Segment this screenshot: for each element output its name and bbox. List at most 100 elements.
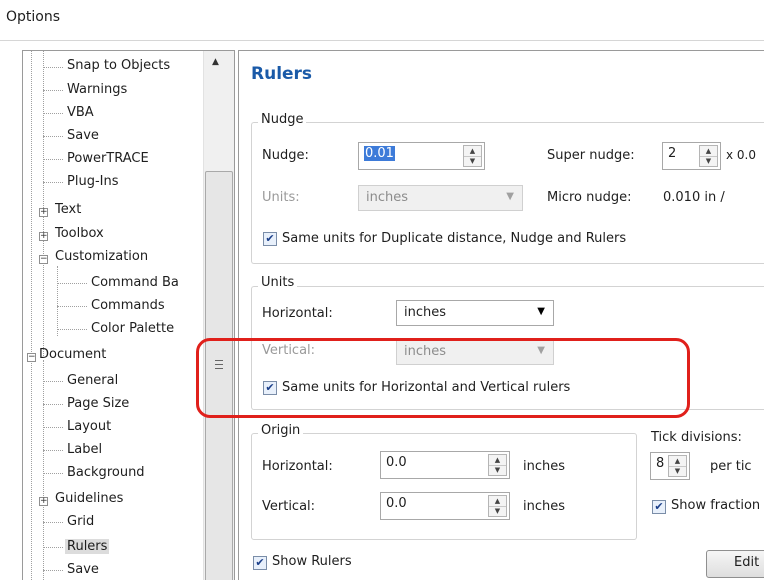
micro-nudge-label: Micro nudge: xyxy=(547,190,632,205)
tree-item-label[interactable]: Label xyxy=(67,442,102,457)
edit-button-label: Edit xyxy=(734,555,760,570)
super-nudge-label: Super nudge: xyxy=(547,148,635,163)
collapse-minus-icon[interactable]: − xyxy=(27,353,36,362)
tree-item-grid[interactable]: Grid xyxy=(67,514,94,529)
super-nudge-spinbox[interactable]: 2 ▲ ▼ xyxy=(662,142,721,170)
expand-plus-icon[interactable]: + xyxy=(39,208,48,217)
page-title: Rulers xyxy=(251,64,313,84)
tick-divisions-spinbox[interactable]: 8 ▲ ▼ xyxy=(650,452,690,480)
nudge-spin-buttons[interactable]: ▲ ▼ xyxy=(463,145,482,167)
annotation-highlight xyxy=(196,338,690,418)
tree-branch xyxy=(43,381,63,382)
tree-branch xyxy=(43,182,63,183)
origin-group xyxy=(251,433,637,540)
tree-item-general[interactable]: General xyxy=(67,373,118,388)
tree-item-warnings[interactable]: Warnings xyxy=(67,82,127,97)
nudge-label: Nudge: xyxy=(262,148,309,163)
chevron-down-icon[interactable]: ▼ xyxy=(537,306,545,317)
tree-branch xyxy=(43,450,63,451)
show-fraction-checkbox[interactable]: ✔ xyxy=(652,500,666,514)
tree-guide-line xyxy=(57,266,58,336)
origin-vertical-value[interactable]: 0.0 xyxy=(386,496,407,511)
spin-down-icon[interactable]: ▼ xyxy=(489,465,506,475)
tree-item-vba[interactable]: VBA xyxy=(67,105,94,120)
tree-branch xyxy=(43,113,63,114)
show-rulers-checkbox[interactable]: ✔ xyxy=(253,556,267,570)
tree-branch xyxy=(43,473,63,474)
tree-item-guidelines[interactable]: Guidelines xyxy=(55,491,123,506)
tree-item-page-size[interactable]: Page Size xyxy=(67,396,129,411)
micro-nudge-value: 0.010 in / xyxy=(663,190,725,205)
tree-branch xyxy=(57,283,87,284)
expand-plus-icon[interactable]: + xyxy=(39,232,48,241)
tree-item-document[interactable]: Document xyxy=(39,347,106,362)
options-tree[interactable]: + + − − + Snap to Objects Warnings VBA S… xyxy=(22,50,235,580)
units-label: Units: xyxy=(262,190,300,205)
origin-horizontal-spin-buttons[interactable]: ▲ ▼ xyxy=(488,454,507,476)
tree-branch xyxy=(43,404,63,405)
tree-item-powertrace[interactable]: PowerTRACE xyxy=(67,151,149,166)
tree-branch xyxy=(43,522,63,523)
origin-vertical-spinbox[interactable]: 0.0 ▲ ▼ xyxy=(380,492,510,520)
tree-branch xyxy=(43,136,63,137)
tree-item-background[interactable]: Background xyxy=(67,465,145,480)
tree-guide-line xyxy=(43,51,44,356)
horizontal-units-label: Horizontal: xyxy=(262,306,333,321)
tree-item-color-palette[interactable]: Color Palette xyxy=(91,321,174,336)
origin-vertical-unit: inches xyxy=(523,499,566,514)
nudge-group-title: Nudge xyxy=(258,112,307,127)
edit-button[interactable]: Edit xyxy=(706,550,764,578)
tree-item-save-document[interactable]: Save xyxy=(67,562,99,577)
same-units-nudge-label[interactable]: Same units for Duplicate distance, Nudge… xyxy=(282,231,626,246)
tree-item-commands[interactable]: Commands xyxy=(91,298,165,313)
origin-horizontal-spinbox[interactable]: 0.0 ▲ ▼ xyxy=(380,451,510,479)
tree-branch xyxy=(43,570,63,571)
window-title: Options xyxy=(6,9,61,25)
spin-down-icon[interactable]: ▼ xyxy=(489,506,506,516)
origin-vertical-label: Vertical: xyxy=(262,499,316,514)
show-rulers-label[interactable]: Show Rulers xyxy=(272,554,352,569)
tick-divisions-label: Tick divisions: xyxy=(651,430,742,445)
tree-branch xyxy=(43,427,63,428)
tree-item-command-bars[interactable]: Command Ba xyxy=(91,275,179,290)
nudge-value[interactable]: 0.01 xyxy=(364,146,395,161)
show-fraction-label[interactable]: Show fraction xyxy=(671,498,760,513)
super-nudge-suffix: x 0.0 xyxy=(726,148,756,162)
same-units-nudge-checkbox[interactable]: ✔ xyxy=(263,232,277,246)
spin-down-icon[interactable]: ▼ xyxy=(700,156,717,166)
super-nudge-spin-buttons[interactable]: ▲ ▼ xyxy=(699,145,718,167)
origin-vertical-spin-buttons[interactable]: ▲ ▼ xyxy=(488,495,507,517)
tree-item-text[interactable]: Text xyxy=(55,202,81,217)
spin-down-icon[interactable]: ▼ xyxy=(669,466,686,476)
units-group-title: Units xyxy=(258,275,298,290)
origin-horizontal-label: Horizontal: xyxy=(262,459,333,474)
title-divider xyxy=(0,40,764,41)
tree-item-plug-ins[interactable]: Plug-Ins xyxy=(67,174,118,189)
collapse-minus-icon[interactable]: − xyxy=(39,255,48,264)
tree-guide-line xyxy=(31,51,32,580)
tree-item-customization[interactable]: Customization xyxy=(55,249,148,264)
origin-group-title: Origin xyxy=(258,423,304,438)
origin-horizontal-value[interactable]: 0.0 xyxy=(386,455,407,470)
tree-branch xyxy=(43,547,63,548)
nudge-spinbox[interactable]: 0.01 ▲ ▼ xyxy=(358,142,485,170)
tick-divisions-value[interactable]: 8 xyxy=(656,456,664,471)
origin-horizontal-unit: inches xyxy=(523,459,566,474)
tree-branch xyxy=(57,329,87,330)
scroll-up-arrow-icon[interactable]: ▲ xyxy=(212,57,219,67)
super-nudge-value[interactable]: 2 xyxy=(668,146,676,161)
tick-spin-buttons[interactable]: ▲ ▼ xyxy=(668,455,687,477)
tree-item-snap-to-objects[interactable]: Snap to Objects xyxy=(67,58,170,73)
horizontal-units-value[interactable]: inches xyxy=(404,305,446,320)
tree-item-rulers[interactable]: Rulers xyxy=(65,539,110,554)
horizontal-units-select[interactable]: inches ▼ xyxy=(396,300,554,326)
nudge-units-value: inches xyxy=(366,190,409,205)
expand-plus-icon[interactable]: + xyxy=(39,497,48,506)
tree-item-save[interactable]: Save xyxy=(67,128,99,143)
nudge-units-select: inches ▼ xyxy=(358,185,523,211)
tree-item-layout[interactable]: Layout xyxy=(67,419,111,434)
spin-down-icon[interactable]: ▼ xyxy=(464,156,481,166)
tree-item-toolbox[interactable]: Toolbox xyxy=(55,226,104,241)
tree-scrollbar[interactable]: ▲ xyxy=(203,51,234,580)
chevron-down-icon: ▼ xyxy=(506,191,514,202)
